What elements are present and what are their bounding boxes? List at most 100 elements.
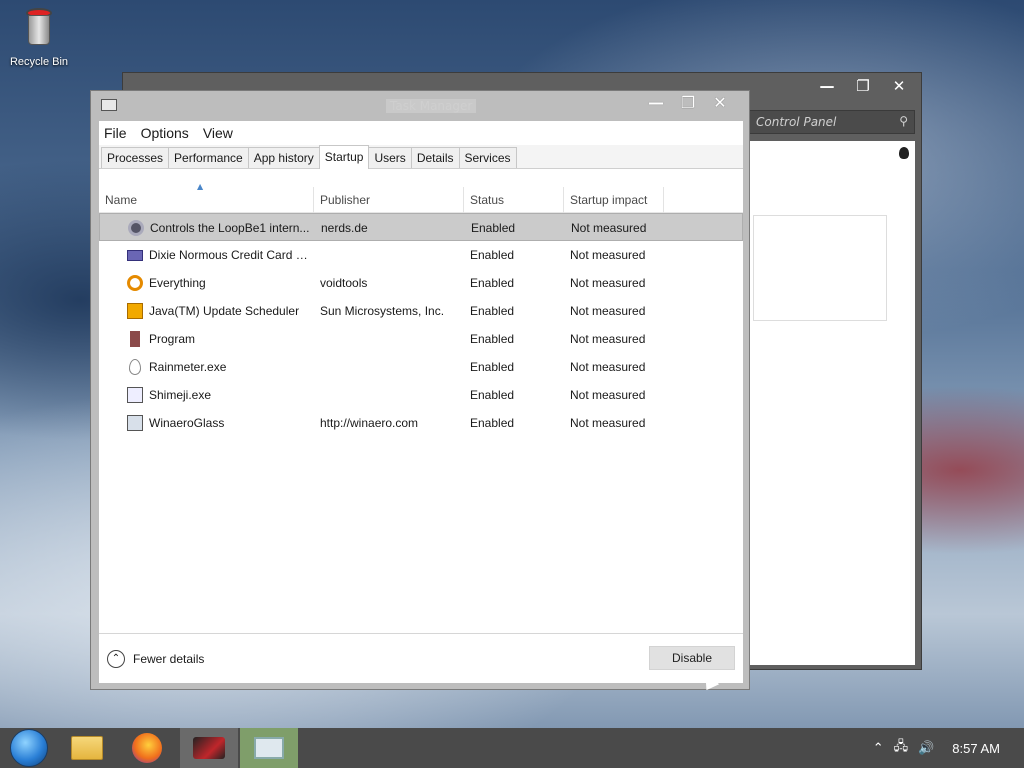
magnifier-icon: [127, 275, 143, 291]
taskbar-file-explorer[interactable]: [58, 728, 116, 768]
tab-processes[interactable]: Processes: [101, 147, 170, 168]
row-impact: Not measured: [570, 276, 646, 290]
row-status: Enabled: [470, 360, 515, 374]
maximize-button[interactable]: ❐: [679, 93, 697, 112]
user-icon[interactable]: [899, 147, 909, 159]
clock[interactable]: 8:57 AM: [952, 741, 1000, 756]
tab-app-history[interactable]: App history: [247, 147, 320, 168]
system-tray: ⌃ 🖧 🔊 8:57 AM: [873, 728, 1024, 768]
column-headers: ▲ Name Publisher Status Startup impact: [99, 169, 743, 213]
row-status: Enabled: [470, 276, 515, 290]
task-manager-window[interactable]: Task Manager — ❐ ✕ File Options View Pro…: [90, 90, 750, 690]
droplet-icon: [129, 359, 141, 375]
column-startup-impact[interactable]: Startup impact: [564, 187, 664, 213]
control-panel-search-input[interactable]: Control Panel ⚲: [749, 110, 915, 134]
column-name[interactable]: Name: [99, 187, 314, 213]
tab-details[interactable]: Details: [410, 147, 460, 168]
row-name: Shimeji.exe: [149, 388, 212, 402]
file-explorer-icon: [71, 736, 103, 760]
tab-strip: Processes Performance App history Startu…: [99, 145, 743, 169]
title-bar[interactable]: Task Manager — ❐ ✕: [91, 91, 749, 121]
tab-users[interactable]: Users: [368, 147, 412, 168]
cp-minimize-button[interactable]: —: [819, 77, 835, 95]
row-name: Everything: [149, 276, 206, 290]
row-impact: Not measured: [570, 248, 646, 262]
chevron-up-icon: ⌃: [107, 650, 125, 668]
column-status[interactable]: Status: [464, 187, 564, 213]
cp-close-button[interactable]: ✕: [891, 77, 907, 95]
tab-services[interactable]: Services: [458, 147, 517, 168]
program-icon: [130, 331, 140, 347]
close-button[interactable]: ✕: [711, 93, 729, 112]
control-panel-content: [749, 141, 915, 665]
tab-startup[interactable]: Startup: [318, 145, 370, 169]
table-row[interactable]: Rainmeter.exe Enabled Not measured: [99, 353, 743, 381]
window-icon: [127, 415, 143, 431]
taskbar-firefox[interactable]: [118, 728, 176, 768]
minimize-button[interactable]: —: [647, 93, 665, 112]
recycle-bin-icon: [24, 8, 54, 46]
row-status: Enabled: [470, 416, 515, 430]
row-name: Rainmeter.exe: [149, 360, 227, 374]
shimeji-icon: [127, 387, 143, 403]
column-publisher[interactable]: Publisher: [314, 187, 464, 213]
taskbar-red-app[interactable]: [180, 728, 238, 768]
cp-maximize-button[interactable]: ❐: [855, 77, 871, 95]
table-row[interactable]: Java(TM) Update Scheduler Sun Microsyste…: [99, 297, 743, 325]
row-status: Enabled: [470, 248, 515, 262]
search-icon[interactable]: ⚲: [899, 114, 908, 128]
row-name: Java(TM) Update Scheduler: [149, 304, 300, 318]
row-publisher: voidtools: [320, 276, 368, 290]
control-panel-box: [753, 215, 887, 321]
row-impact: Not measured: [570, 304, 646, 318]
footer-bar: ⌃ Fewer details Disable: [99, 633, 743, 683]
start-button[interactable]: [0, 728, 58, 768]
java-icon: [127, 303, 143, 319]
fewer-details-button[interactable]: ⌃ Fewer details: [107, 650, 204, 668]
credit-card-icon: [127, 250, 143, 261]
fewer-details-label: Fewer details: [133, 652, 205, 666]
table-row[interactable]: Program Enabled Not measured: [99, 325, 743, 353]
disable-button[interactable]: Disable: [649, 646, 735, 670]
task-manager-icon: [254, 737, 284, 759]
menu-options[interactable]: Options: [141, 125, 189, 141]
firefox-icon: [132, 733, 162, 763]
tab-performance[interactable]: Performance: [168, 147, 249, 168]
row-status: Enabled: [471, 221, 516, 235]
menu-bar: File Options View: [99, 121, 743, 145]
red-app-icon: [193, 737, 225, 759]
row-impact: Not measured: [570, 360, 646, 374]
table-row[interactable]: WinaeroGlass http://winaero.com Enabled …: [99, 409, 743, 437]
row-status: Enabled: [470, 388, 515, 402]
window-title: Task Manager: [386, 99, 477, 113]
row-name: Dixie Normous Credit Card S...: [149, 248, 311, 262]
menu-view[interactable]: View: [203, 125, 233, 141]
row-impact: Not measured: [570, 388, 646, 402]
table-row[interactable]: Shimeji.exe Enabled Not measured: [99, 381, 743, 409]
row-publisher: Sun Microsystems, Inc.: [320, 304, 445, 318]
row-impact: Not measured: [571, 221, 647, 235]
task-manager-app-icon[interactable]: [101, 99, 117, 111]
cp-search-placeholder: Control Panel: [756, 115, 837, 129]
recycle-bin[interactable]: Recycle Bin: [8, 8, 70, 68]
recycle-bin-label: Recycle Bin: [9, 56, 69, 68]
row-name: Controls the LoopBe1 intern...: [150, 221, 310, 235]
start-orb-icon: [10, 729, 48, 767]
volume-icon[interactable]: 🔊: [918, 741, 934, 756]
chevron-up-tray-icon[interactable]: ⌃: [873, 741, 884, 756]
loopbe-icon: [128, 220, 144, 236]
network-icon[interactable]: 🖧: [894, 737, 909, 759]
menu-file[interactable]: File: [104, 125, 127, 141]
table-row[interactable]: Everything voidtools Enabled Not measure…: [99, 269, 743, 297]
task-manager-client: File Options View Processes Performance …: [99, 121, 743, 683]
taskbar: ⌃ 🖧 🔊 8:57 AM: [0, 728, 1024, 768]
row-impact: Not measured: [570, 332, 646, 346]
row-publisher: nerds.de: [321, 221, 368, 235]
table-row[interactable]: Dixie Normous Credit Card S... Enabled N…: [99, 241, 743, 269]
taskbar-task-manager[interactable]: [240, 728, 298, 768]
row-name: WinaeroGlass: [149, 416, 225, 430]
table-row[interactable]: Controls the LoopBe1 intern... nerds.de …: [99, 213, 743, 241]
row-status: Enabled: [470, 332, 515, 346]
row-impact: Not measured: [570, 416, 646, 430]
row-name: Program: [149, 332, 196, 346]
